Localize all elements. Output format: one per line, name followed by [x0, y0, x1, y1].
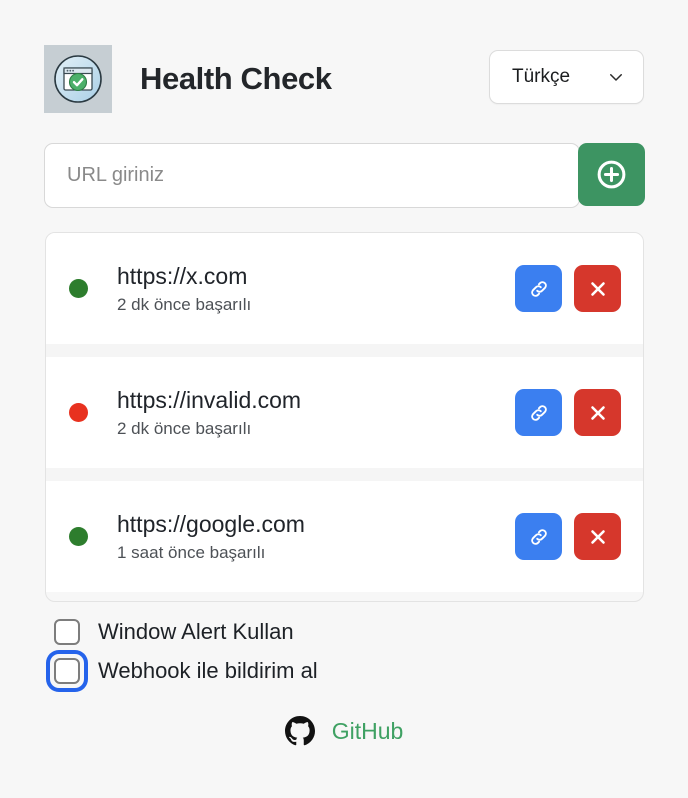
- chevron-down-icon: [610, 74, 622, 81]
- status-badge: [69, 279, 88, 298]
- plus-circle-icon: [597, 160, 626, 189]
- monitor-info: https://invalid.com 2 dk önce başarılı: [117, 386, 515, 439]
- webhook-row: Webhook ile bildirim al: [50, 651, 630, 690]
- page-title: Health Check: [140, 61, 332, 96]
- monitor-status-text: 1 saat önce başarılı: [117, 542, 266, 562]
- row-actions: [515, 513, 621, 560]
- footer: GitHub: [0, 716, 688, 746]
- open-link-button[interactable]: [515, 265, 562, 312]
- list-divider: [46, 344, 643, 357]
- open-link-button[interactable]: [515, 513, 562, 560]
- close-x-icon: [590, 405, 605, 420]
- github-label: GitHub: [331, 717, 404, 744]
- monitor-status-text: 2 dk önce başarılı: [117, 294, 252, 314]
- webhook-label[interactable]: Webhook ile bildirim al: [98, 658, 318, 684]
- monitor-url: https://x.com: [117, 263, 248, 290]
- delete-button[interactable]: [574, 513, 621, 560]
- github-octocat-icon: [284, 716, 315, 746]
- table-row[interactable]: https://x.com 2 dk önce başarılı: [46, 233, 643, 344]
- chain-link-icon: [530, 528, 547, 545]
- row-actions: [515, 389, 621, 436]
- close-x-icon: [590, 281, 605, 296]
- window-alert-label[interactable]: Window Alert Kullan: [98, 619, 294, 645]
- monitor-url: https://invalid.com: [117, 387, 302, 414]
- chain-link-icon: [530, 280, 547, 297]
- monitor-list: https://x.com 2 dk önce başarılı https:/…: [45, 232, 644, 602]
- chain-link-icon: [530, 404, 547, 421]
- settings-options: Window Alert Kullan Webhook ile bildirim…: [50, 612, 630, 690]
- app-logo: [44, 45, 112, 113]
- add-url-button[interactable]: [578, 143, 645, 206]
- row-actions: [515, 265, 621, 312]
- app-root: Health Check Türkçe https://x.com 2 dk ö…: [0, 0, 688, 798]
- github-link[interactable]: GitHub: [284, 716, 404, 746]
- browser-window-check-icon: [54, 55, 102, 103]
- table-row[interactable]: https://google.com 1 saat önce başarılı: [46, 481, 643, 592]
- open-link-button[interactable]: [515, 389, 562, 436]
- language-selector-value: Türkçe: [512, 66, 571, 87]
- window-alert-checkbox-wrap: [50, 615, 84, 649]
- webhook-checkbox[interactable]: [54, 657, 80, 684]
- app-header: Health Check Türkçe: [44, 44, 644, 114]
- window-alert-row: Window Alert Kullan: [50, 612, 630, 651]
- monitor-status-text: 2 dk önce başarılı: [117, 418, 252, 438]
- list-divider: [46, 468, 643, 481]
- monitor-url: https://google.com: [117, 511, 305, 538]
- monitor-info: https://google.com 1 saat önce başarılı: [117, 510, 515, 563]
- monitor-info: https://x.com 2 dk önce başarılı: [117, 262, 515, 315]
- webhook-checkbox-wrap: [50, 654, 84, 688]
- delete-button[interactable]: [574, 389, 621, 436]
- status-badge: [69, 527, 88, 546]
- status-badge: [69, 403, 88, 422]
- delete-button[interactable]: [574, 265, 621, 312]
- language-selector[interactable]: Türkçe: [489, 50, 644, 104]
- url-add-form: [44, 143, 645, 208]
- table-row[interactable]: https://invalid.com 2 dk önce başarılı: [46, 357, 643, 468]
- close-x-icon: [590, 529, 605, 544]
- window-alert-checkbox[interactable]: [54, 618, 80, 645]
- url-input[interactable]: [44, 143, 580, 208]
